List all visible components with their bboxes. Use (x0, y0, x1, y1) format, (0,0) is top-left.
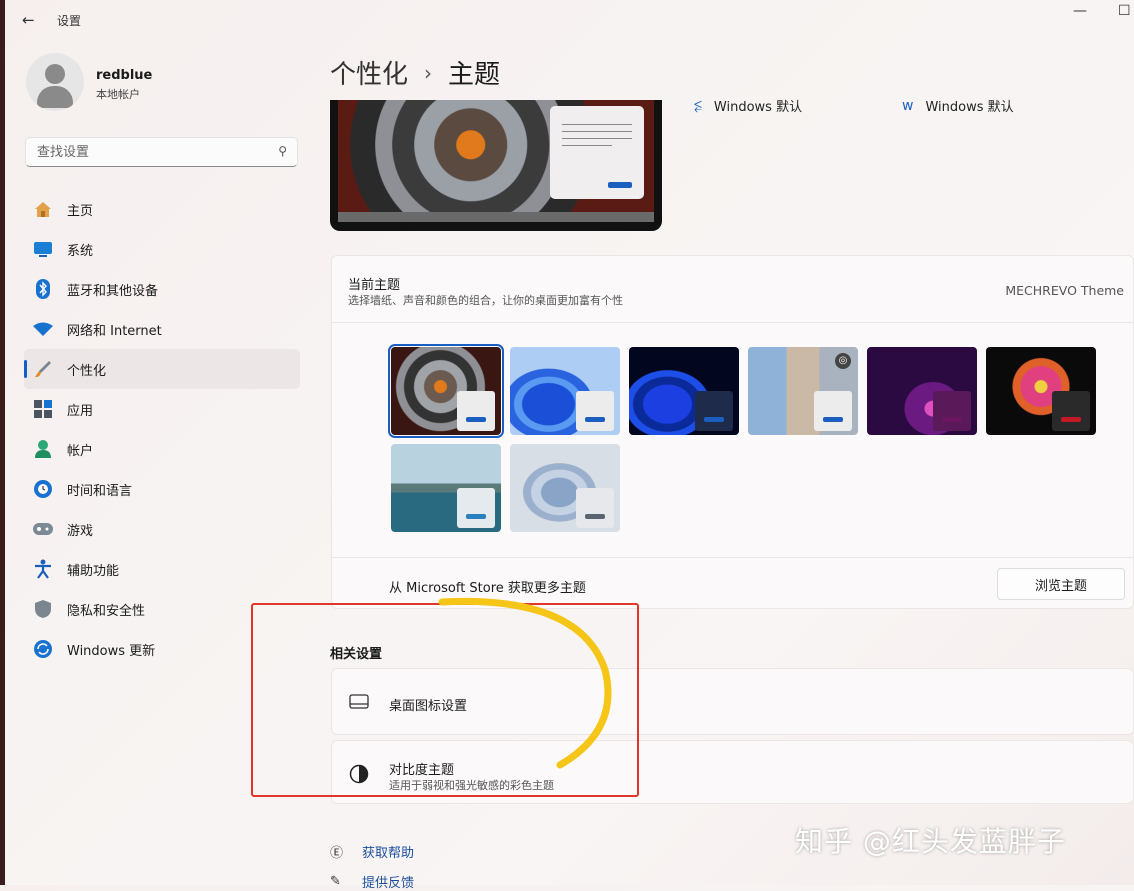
cursor-icon: w (902, 97, 914, 114)
annotation-yellow-curve (438, 597, 612, 769)
sidebar-item-network[interactable]: 网络和 Internet (24, 309, 300, 349)
theme-thumb-glow[interactable] (867, 347, 977, 435)
account-icon (33, 439, 53, 459)
current-theme-value: MECHREVO Theme (1005, 283, 1124, 298)
user-name: redblue (96, 68, 153, 83)
sidebar-item-label: 游戏 (67, 523, 94, 539)
sidebar-item-gaming[interactable]: 游戏 (24, 509, 300, 549)
selection-indicator (24, 360, 27, 378)
theme-thumb-mechrevo[interactable] (388, 344, 504, 438)
back-arrow-icon[interactable]: ← (22, 11, 35, 29)
window-edge (0, 0, 5, 885)
display-icon (33, 239, 53, 259)
preview-window (550, 106, 644, 199)
get-help-label: 获取帮助 (362, 846, 415, 861)
theme-thumb-captured-motion[interactable] (986, 347, 1096, 435)
sidebar-item-label: 时间和语言 (67, 483, 133, 499)
theme-grid: ◎ (331, 323, 1134, 557)
home-icon (33, 199, 53, 219)
sidebar-item-label: 系统 (67, 243, 94, 259)
search-box[interactable]: ⚲ (25, 137, 298, 167)
spotlight-icon: ◎ (835, 353, 851, 369)
sidebar-item-label: 隐私和安全性 (67, 603, 146, 619)
sidebar-item-label: 个性化 (67, 363, 107, 379)
brush-icon (33, 359, 53, 379)
watermark: 知乎 @红头发蓝胖子 (795, 825, 1066, 858)
current-theme-header[interactable]: 当前主题 选择墙纸、声音和颜色的组合，让你的桌面更加富有个性 MECHREVO … (331, 255, 1134, 323)
app-title: 设置 (57, 14, 82, 28)
search-icon[interactable]: ⚲ (278, 144, 287, 158)
theme-thumb-sunrise[interactable] (391, 444, 501, 532)
sidebar-item-apps[interactable]: 应用 (24, 389, 300, 429)
browse-themes-button[interactable]: 浏览主题 (997, 568, 1125, 600)
sidebar-item-label: 主页 (67, 203, 94, 219)
sidebar-item-system[interactable]: 系统 (24, 229, 300, 269)
sound-icon: ⥶ (694, 97, 702, 114)
preview-taskbar (338, 212, 654, 222)
sound-setting[interactable]: ⥶ Windows 默认 (694, 96, 803, 116)
sidebar-item-accounts[interactable]: 帐户 (24, 429, 300, 469)
sidebar-item-personalization[interactable]: 个性化 (24, 349, 300, 389)
help-icon: Ⓔ (330, 846, 344, 861)
sidebar-item-bluetooth[interactable]: 蓝牙和其他设备 (24, 269, 300, 309)
theme-preview (330, 100, 662, 231)
sidebar-item-label: 网络和 Internet (67, 323, 162, 339)
search-input[interactable] (35, 144, 269, 161)
sidebar-item-time-language[interactable]: 时间和语言 (24, 469, 300, 509)
sidebar-item-home[interactable]: 主页 (24, 189, 300, 229)
feedback-icon: ✎ (330, 874, 341, 889)
page-title: 主题 (448, 60, 501, 90)
avatar[interactable] (26, 53, 84, 111)
wifi-icon (33, 319, 53, 339)
maximize-button[interactable]: ☐ (1118, 3, 1131, 19)
current-theme-title: 当前主题 (348, 278, 401, 293)
sidebar-item-label: 辅助功能 (67, 563, 120, 579)
account-type: 本地帐户 (96, 88, 140, 101)
cursor-value: Windows 默认 (925, 100, 1014, 115)
breadcrumb-parent[interactable]: 个性化 (330, 54, 408, 91)
current-theme-description: 选择墙纸、声音和颜色的组合，让你的桌面更加富有个性 (348, 294, 623, 307)
theme-thumb-windows-dark[interactable] (629, 347, 739, 435)
sidebar-item-label: 蓝牙和其他设备 (67, 283, 159, 299)
sidebar-item-label: 应用 (67, 403, 94, 419)
clock-globe-icon (33, 479, 53, 499)
sidebar-item-label: 帐户 (67, 443, 94, 459)
get-help-link[interactable]: Ⓔ 获取帮助 (330, 842, 414, 861)
feedback-link[interactable]: ✎ 提供反馈 (330, 872, 414, 891)
sound-value: Windows 默认 (713, 100, 803, 115)
theme-thumb-spotlight[interactable]: ◎ (748, 347, 858, 435)
apps-icon (33, 399, 53, 419)
shield-icon (33, 599, 53, 619)
minimize-button[interactable]: — (1073, 3, 1087, 19)
theme-thumb-flow[interactable] (510, 444, 620, 532)
bluetooth-icon (33, 279, 53, 299)
gamepad-icon (33, 519, 53, 539)
feedback-label: 提供反馈 (362, 876, 415, 891)
update-icon (33, 639, 53, 659)
sidebar-item-label: Windows 更新 (67, 643, 156, 659)
chevron-right-icon: › (424, 60, 433, 85)
accessibility-icon (33, 559, 53, 579)
cursor-setting[interactable]: w Windows 默认 (902, 96, 1014, 116)
theme-thumb-windows-light[interactable] (510, 347, 620, 435)
sidebar-item-accessibility[interactable]: 辅助功能 (24, 549, 300, 589)
sidebar-nav: 主页 系统 蓝牙和其他设备 网络和 Internet 个性化 应用 帐户 时间和… (24, 189, 300, 669)
breadcrumb: 个性化 › 主题 (330, 54, 500, 91)
